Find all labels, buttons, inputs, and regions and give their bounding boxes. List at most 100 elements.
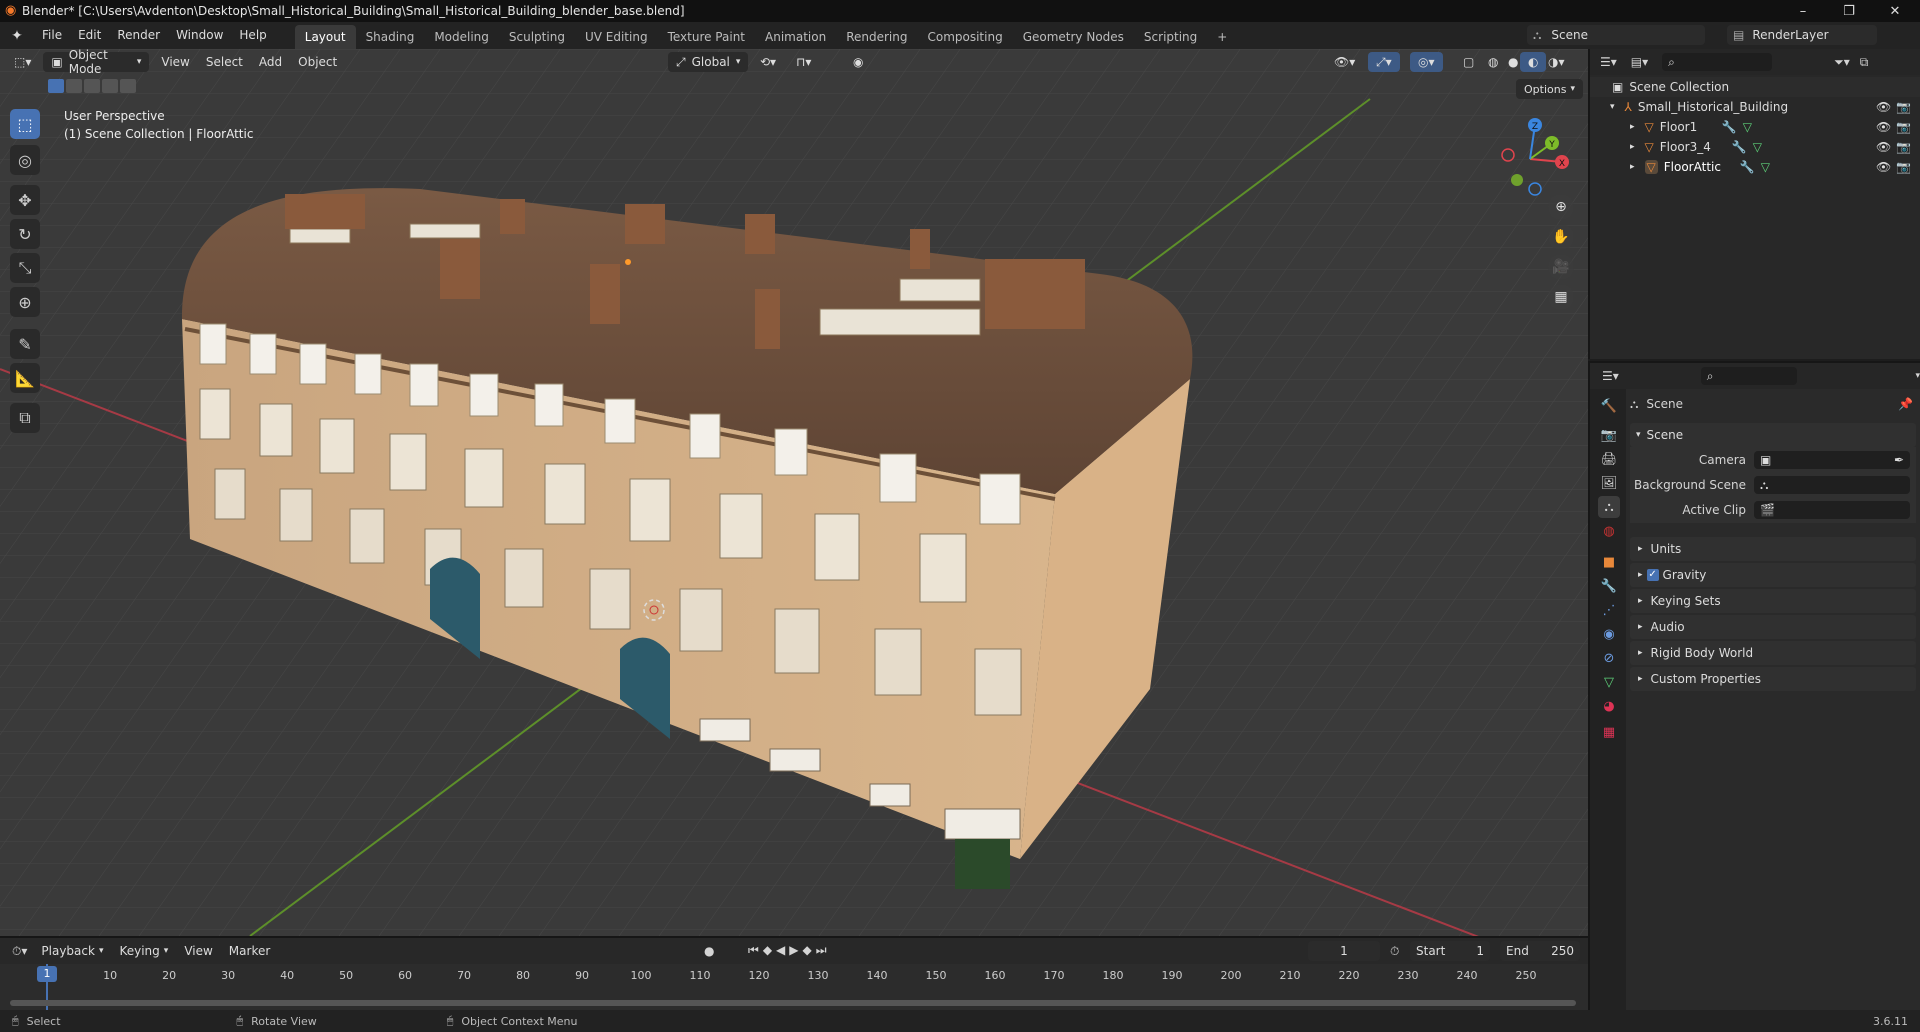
modifier-icon[interactable]: 🔧 (1740, 160, 1755, 174)
pin-icon[interactable]: 📌 (1898, 397, 1913, 411)
menu-window[interactable]: Window (168, 22, 231, 49)
data-tab[interactable]: ▽ (1598, 671, 1620, 693)
scale-tool[interactable]: ⤡ (10, 253, 40, 283)
output-tab[interactable]: 🖨 (1598, 448, 1620, 470)
editor-type-icon[interactable]: ☰▾ (1600, 55, 1617, 69)
modifier-icon[interactable]: 🔧 (1722, 120, 1737, 134)
perspective-toggle[interactable]: ▦ (1548, 284, 1574, 310)
outliner-row-floor3-4[interactable]: ▸ ▽ Floor3_4 🔧 ▽ 👁 📷 (1590, 137, 1920, 157)
background-scene-field[interactable]: ⛬ (1754, 476, 1910, 494)
mesh-data-icon[interactable]: ▽ (1743, 120, 1752, 134)
stopwatch-icon[interactable]: ⏱ (1390, 944, 1399, 959)
editor-type-icon[interactable]: ☰▾ (1602, 369, 1619, 383)
gizmo-toggle[interactable]: ⤢▾ (1368, 52, 1400, 72)
xray-toggle[interactable]: ▢ (1455, 52, 1482, 72)
camera-render-icon[interactable]: 📷 (1896, 140, 1911, 154)
select-invert-icon[interactable] (102, 79, 118, 93)
zoom-button[interactable]: ⊕ (1548, 194, 1574, 220)
scene-selector[interactable]: ⛬ Scene (1527, 25, 1705, 45)
tab-sculpting[interactable]: Sculpting (499, 25, 575, 49)
render-tab[interactable]: 📷 (1598, 424, 1620, 446)
annotate-tool[interactable]: ✎ (10, 329, 40, 359)
chevron-down-icon[interactable]: ▾ (1610, 102, 1615, 112)
gravity-checkbox[interactable]: ✓ (1646, 569, 1659, 581)
play-reverse-icon[interactable]: ◀ (776, 943, 789, 957)
mesh-data-icon[interactable]: ▽ (1753, 140, 1762, 154)
end-frame-field[interactable]: End 250 (1500, 941, 1580, 961)
tab-animation[interactable]: Animation (755, 25, 836, 49)
next-keyframe-icon[interactable]: ◆ (803, 943, 816, 957)
view-layer-tab[interactable]: 🖼 (1598, 472, 1620, 494)
close-button[interactable]: ✕ (1872, 0, 1918, 22)
menu-render[interactable]: Render (109, 22, 168, 49)
chevron-right-icon[interactable]: ▸ (1630, 142, 1635, 152)
chevron-right-icon[interactable]: ▸ (1630, 122, 1635, 132)
cursor-tool[interactable]: ◎ (10, 145, 40, 175)
auto-keying-icon[interactable]: ● (704, 944, 714, 958)
select-subtract-icon[interactable] (84, 79, 100, 93)
select-new-icon[interactable] (48, 79, 64, 93)
options-button[interactable]: Options ▾ (1516, 79, 1583, 99)
outliner-row-scene-collection[interactable]: ▣ Scene Collection (1590, 77, 1920, 97)
tab-modeling[interactable]: Modeling (424, 25, 499, 49)
eye-icon[interactable]: 👁 (1876, 140, 1891, 154)
eye-icon[interactable]: 👁 (1876, 160, 1891, 174)
physics-tab[interactable]: ◉ (1598, 623, 1620, 645)
outliner-row-building[interactable]: ▾ ⅄ Small_Historical_Building 👁 📷 (1590, 97, 1920, 117)
transform-tool[interactable]: ⊕ (10, 287, 40, 317)
editor-type-menu[interactable]: ⬚▾ (6, 52, 39, 72)
maximize-button[interactable]: ❐ (1826, 0, 1872, 22)
texture-tab[interactable]: ▦ (1598, 721, 1620, 743)
proportional-edit-button[interactable]: ◉ (845, 52, 871, 72)
start-frame-field[interactable]: Start 1 (1410, 941, 1490, 961)
jump-start-icon[interactable]: ⏮ (748, 943, 763, 957)
chevron-right-icon[interactable]: ▸ (1630, 162, 1635, 172)
viewport-scene[interactable] (0, 49, 1588, 936)
jump-end-icon[interactable]: ⏭ (816, 943, 831, 957)
tool-tab[interactable]: 🔨 (1598, 395, 1620, 417)
eye-icon[interactable]: 👁 (1876, 120, 1891, 134)
panel-custom-properties[interactable]: ▸ Custom Properties (1630, 667, 1916, 691)
timeline-menu-view[interactable]: View (176, 941, 220, 961)
play-icon[interactable]: ▶ (789, 943, 802, 957)
active-clip-field[interactable]: 🎬 (1754, 501, 1910, 519)
move-tool[interactable]: ✥ (10, 185, 40, 215)
add-cube-tool[interactable]: ⧉ (10, 403, 40, 433)
tab-texture-paint[interactable]: Texture Paint (658, 25, 755, 49)
viewport-menu-view[interactable]: View (153, 52, 197, 72)
pan-button[interactable]: ✋ (1548, 224, 1574, 250)
camera-render-icon[interactable]: 📷 (1896, 100, 1911, 114)
chevron-down-icon[interactable]: ▾ (1915, 371, 1920, 381)
panel-units[interactable]: ▸ Units (1630, 537, 1916, 561)
particles-tab[interactable]: ⋰ (1598, 599, 1620, 621)
eyedropper-icon[interactable]: ✒ (1894, 453, 1904, 467)
select-intersect-icon[interactable] (120, 79, 136, 93)
measure-tool[interactable]: 📐 (10, 363, 40, 393)
filter-icon[interactable]: ⏷▾ (1834, 55, 1850, 70)
viewport-menu-object[interactable]: Object (290, 52, 345, 72)
3d-viewport[interactable]: ⬚▾ ▣ Object Mode ▾ View Select Add Objec… (0, 49, 1588, 936)
minimize-button[interactable]: – (1780, 0, 1826, 22)
tab-uv-editing[interactable]: UV Editing (575, 25, 658, 49)
properties-search[interactable]: ⌕ (1700, 367, 1798, 385)
menu-edit[interactable]: Edit (70, 22, 109, 49)
shading-rendered[interactable]: ◑▾ (1540, 52, 1573, 72)
outliner-row-floor1[interactable]: ▸ ▽ Floor1 🔧 ▽ 👁 📷 (1590, 117, 1920, 137)
object-tab[interactable]: ■ (1598, 551, 1620, 573)
display-mode-icon[interactable]: ▤▾ (1631, 55, 1648, 69)
view-layer-selector[interactable]: ▤ RenderLayer (1727, 25, 1877, 45)
overlay-toggle[interactable]: ◎▾ (1410, 52, 1443, 72)
panel-scene-header[interactable]: ▾ Scene (1630, 423, 1916, 447)
camera-view-button[interactable]: 🎥 (1548, 254, 1574, 280)
panel-rigid-body-world[interactable]: ▸ Rigid Body World (1630, 641, 1916, 665)
eye-icon[interactable]: 👁 (1876, 100, 1891, 114)
modifier-tab[interactable]: 🔧 (1598, 575, 1620, 597)
blender-menu-icon[interactable]: ✦ (0, 28, 34, 44)
new-collection-icon[interactable]: ⧉ (1860, 55, 1869, 70)
panel-gravity[interactable]: ▸ ✓ Gravity (1630, 563, 1916, 587)
select-extend-icon[interactable] (66, 79, 82, 93)
pivot-point-button[interactable]: ⟲▾ (752, 52, 784, 72)
camera-field[interactable]: ▣ ✒ (1754, 451, 1910, 469)
viewport-menu-add[interactable]: Add (251, 52, 290, 72)
tab-rendering[interactable]: Rendering (836, 25, 917, 49)
